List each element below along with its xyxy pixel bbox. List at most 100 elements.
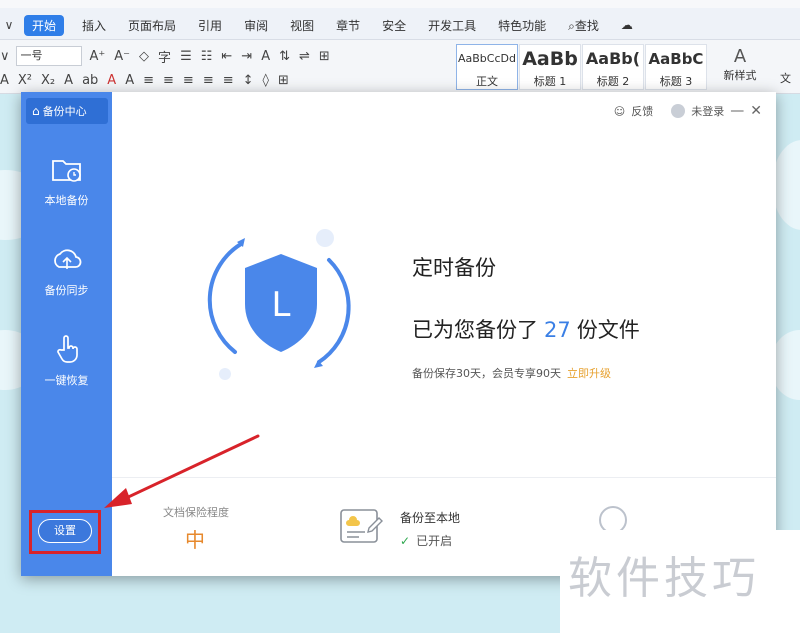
folder-clock-icon (51, 160, 81, 182)
outdent-icon[interactable]: ⇤ (221, 49, 232, 64)
backup-center-title: 备份中心 (42, 105, 87, 118)
style-heading-3[interactable]: AaBbC 标题 3 (645, 44, 707, 90)
style-heading-2[interactable]: AaBb( 标题 2 (582, 44, 644, 90)
count-number: 27 (544, 318, 571, 342)
table-border-icon[interactable]: ⊞ (319, 49, 330, 64)
sidebar-item-backup-sync[interactable]: 备份同步 (21, 242, 112, 298)
indent-icon[interactable]: ⇥ (241, 49, 252, 64)
tab-page-layout[interactable]: 页面布局 (128, 17, 176, 34)
page-title: 定时备份 (412, 256, 496, 280)
local-backup-label: 备份至本地 (400, 511, 461, 525)
subscript-icon[interactable]: X₂ (41, 73, 55, 88)
upgrade-link[interactable]: 立即升级 (567, 367, 611, 380)
style-normal[interactable]: AaBbCcDd 正文 (456, 44, 518, 90)
tab-security[interactable]: 安全 (382, 17, 406, 34)
document-tabstrip (0, 0, 800, 8)
sidebar-item-local-backup[interactable]: 本地备份 (21, 152, 112, 208)
backup-count: 已为您备份了 27 份文件 (412, 314, 640, 344)
shading-icon[interactable]: ◊ (263, 73, 269, 88)
tab-home[interactable]: 开始 (24, 14, 65, 36)
chinese-layout-icon[interactable]: A (261, 49, 270, 64)
backup-center-header[interactable]: ⌂ 备份中心 (26, 98, 108, 124)
style-sample: AaBbC (648, 50, 704, 68)
align-left-icon[interactable]: ≡ (143, 73, 154, 88)
retention-note: 备份保存30天，会员专享90天 立即升级 (412, 365, 611, 381)
shield-illustration: L (201, 224, 361, 384)
shield-icon: L (207, 229, 351, 380)
dialog-titlebar: ☺ 反馈 未登录 — ✕ (112, 92, 776, 130)
search-label: 查找 (574, 18, 599, 33)
sort-icon[interactable]: ⇅ (279, 49, 290, 64)
tab-developer[interactable]: 开发工具 (428, 17, 476, 34)
toolbar-row-1: ∨ 一号 A⁺ A⁻ ◇ 字 ☰ ☷ ⇤ ⇥ A ⇅ ⇌ ⊞ (0, 44, 339, 68)
close-icon[interactable]: ✕ (750, 103, 762, 119)
new-style-icon: A (733, 46, 747, 67)
style-name: 标题 3 (659, 75, 693, 88)
new-style-button[interactable]: A 新样式 (718, 46, 762, 83)
sidebar-item-label: 本地备份 (44, 194, 89, 207)
align-right-icon[interactable]: ≡ (183, 73, 194, 88)
line-spacing-icon[interactable]: ↕ (243, 73, 254, 88)
cloud-upload-icon (53, 249, 81, 269)
strikethrough-icon[interactable]: A (0, 73, 9, 88)
style-sample: AaBbCcDd (458, 52, 516, 65)
char-shading-icon[interactable]: A (125, 73, 134, 88)
tab-special[interactable]: 特色功能 (498, 17, 546, 34)
tab-references[interactable]: 引用 (198, 17, 222, 34)
retention-text: 备份保存30天，会员专享90天 (412, 367, 561, 380)
minimize-icon[interactable]: — (730, 103, 744, 119)
font-size-select[interactable]: 一号 (15, 46, 82, 66)
tab-insert[interactable]: 插入 (82, 17, 106, 34)
backup-center-dialog: ⌂ 备份中心 本地备份 备份同步 一键恢复 设置 ☺ 反馈 未登录 — ✕ L … (21, 92, 776, 576)
check-icon: ✓ (400, 534, 411, 548)
align-center-icon[interactable]: ≡ (163, 73, 174, 88)
style-name: 正文 (476, 75, 498, 88)
tab-search[interactable]: ⌕查找 (568, 17, 599, 34)
backup-sidebar: ⌂ 备份中心 本地备份 备份同步 一键恢复 设置 (21, 92, 112, 576)
cut-off-label: 文 (780, 72, 791, 85)
numbered-list-icon[interactable]: ☷ (201, 49, 213, 64)
tab-chapter[interactable]: 章节 (336, 17, 360, 34)
sidebar-item-label: 备份同步 (44, 284, 89, 297)
tab-review[interactable]: 审阅 (244, 17, 268, 34)
superscript-icon[interactable]: X² (18, 73, 32, 88)
local-backup-status-text: 已开启 (416, 534, 453, 548)
chevron-down-icon[interactable]: ∨ (0, 18, 18, 32)
watermark-text: 软件技巧 (568, 553, 760, 604)
feedback-link[interactable]: 反馈 (631, 103, 653, 119)
settings-highlight-box (29, 510, 101, 554)
style-name: 标题 2 (596, 75, 630, 88)
cloud-icon[interactable]: ☁ (621, 18, 633, 32)
chevron-down-icon[interactable]: ∨ (0, 49, 10, 64)
avatar[interactable] (671, 104, 686, 118)
style-sample: AaBb (522, 48, 578, 70)
protection-level-label: 文档保险程度 (163, 506, 229, 519)
shrink-font-icon[interactable]: A⁻ (114, 49, 130, 64)
phonetic-icon[interactable]: 字 (158, 47, 171, 66)
background-cloud (772, 140, 800, 230)
bullet-list-icon[interactable]: ☰ (180, 49, 192, 64)
style-name: 标题 1 (533, 75, 567, 88)
distribute-icon[interactable]: ≡ (223, 73, 234, 88)
font-color-icon[interactable]: A (107, 73, 116, 88)
text-effect-icon[interactable]: A (64, 73, 73, 88)
ribbon-toolbar: ∨ 一号 A⁺ A⁻ ◇ 字 ☰ ☷ ⇤ ⇥ A ⇅ ⇌ ⊞ A X² X₂ A… (0, 40, 800, 94)
border-icon[interactable]: ⊞ (278, 73, 289, 88)
justify-icon[interactable]: ≡ (203, 73, 214, 88)
line-break-icon[interactable]: ⇌ (299, 49, 310, 64)
sidebar-item-one-click-restore[interactable]: 一键恢复 (21, 332, 112, 388)
login-link[interactable]: 未登录 (691, 103, 724, 119)
search-icon: ⌕ (568, 18, 575, 33)
count-suffix: 份文件 (576, 318, 640, 342)
local-backup-status: ✓ 已开启 (400, 532, 452, 549)
feedback-icon[interactable]: ☺ (614, 105, 625, 118)
grow-font-icon[interactable]: A⁺ (90, 49, 106, 64)
count-prefix: 已为您备份了 (412, 318, 538, 342)
highlight-icon[interactable]: ab (82, 73, 98, 88)
style-heading-1[interactable]: AaBb 标题 1 (519, 44, 581, 90)
tab-view[interactable]: 视图 (290, 17, 314, 34)
footer-divider (112, 477, 776, 478)
style-sample: AaBb( (585, 49, 641, 68)
sidebar-item-label: 一键恢复 (44, 374, 89, 387)
clear-format-icon[interactable]: ◇ (139, 49, 149, 64)
